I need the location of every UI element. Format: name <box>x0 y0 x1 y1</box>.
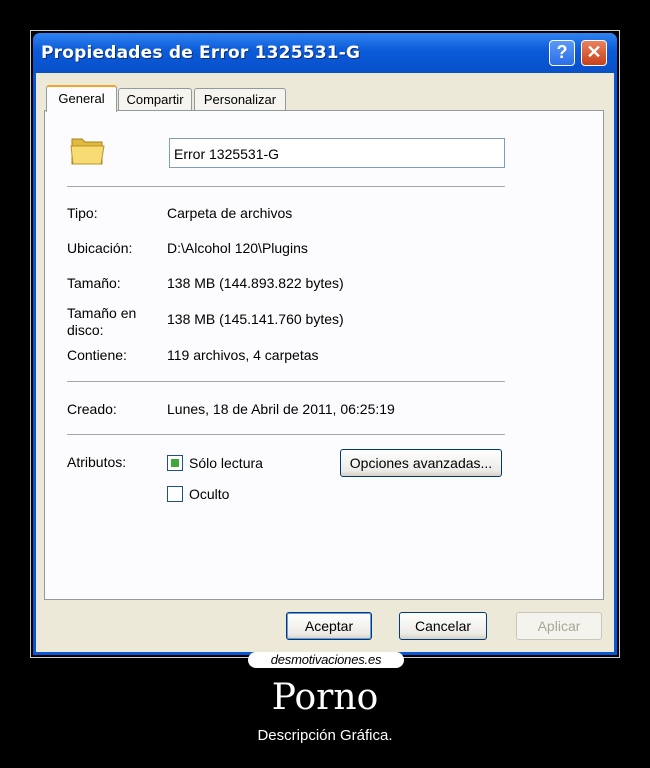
oculto-label[interactable]: Oculto <box>189 486 229 502</box>
opciones-avanzadas-button[interactable]: Opciones avanzadas... <box>340 449 502 477</box>
separator <box>67 434 505 435</box>
cancelar-button[interactable]: Cancelar <box>399 612 487 640</box>
contiene-label: Contiene: <box>67 347 127 363</box>
ubicacion-label: Ubicación: <box>67 240 133 256</box>
properties-window: Propiedades de Error 1325531-G ? ✕ Gener… <box>33 33 617 655</box>
aceptar-button[interactable]: Aceptar <box>286 612 372 640</box>
tamano-value: 138 MB (144.893.822 bytes) <box>167 275 344 291</box>
oculto-checkbox[interactable] <box>167 486 183 502</box>
tipo-value: Carpeta de archivos <box>167 205 293 221</box>
poster-title: Porno <box>271 677 379 718</box>
creado-value: Lunes, 18 de Abril de 2011, 06:25:19 <box>167 401 395 417</box>
folder-icon <box>70 138 105 165</box>
separator <box>67 186 505 187</box>
tipo-label: Tipo: <box>67 205 98 221</box>
aplicar-button: Aplicar <box>516 612 602 640</box>
window-title: Propiedades de Error 1325531-G <box>41 43 361 63</box>
close-button[interactable]: ✕ <box>581 40 607 66</box>
creado-label: Creado: <box>67 401 117 417</box>
atributos-label: Atributos: <box>67 454 127 470</box>
tab-personalizar[interactable]: Personalizar <box>194 88 286 110</box>
solo-lectura-label[interactable]: Sólo lectura <box>189 455 263 471</box>
general-panel: Error 1325531-G Tipo: Carpeta de archivo… <box>44 110 604 600</box>
ubicacion-value: D:\Alcohol 120\Plugins <box>167 240 308 256</box>
title-bar[interactable]: Propiedades de Error 1325531-G ? ✕ <box>33 33 617 73</box>
dialog-client-area: General Compartir Personalizar Error 132… <box>36 73 614 652</box>
separator <box>67 381 505 382</box>
poster-subtitle: Descripción Gráfica. <box>257 727 393 744</box>
tamano-disco-label: Tamaño en disco: <box>67 305 137 338</box>
tab-general[interactable]: General <box>46 85 117 112</box>
contiene-value: 119 archivos, 4 carpetas <box>167 347 319 363</box>
tab-compartir[interactable]: Compartir <box>118 88 192 110</box>
tamano-disco-value: 138 MB (145.141.760 bytes) <box>167 311 344 327</box>
site-logo: desmotivaciones.es <box>270 652 382 667</box>
solo-lectura-checkbox[interactable] <box>167 455 183 471</box>
help-button[interactable]: ? <box>549 40 575 66</box>
folder-name-input[interactable]: Error 1325531-G <box>169 138 505 168</box>
tamano-label: Tamaño: <box>67 275 121 291</box>
